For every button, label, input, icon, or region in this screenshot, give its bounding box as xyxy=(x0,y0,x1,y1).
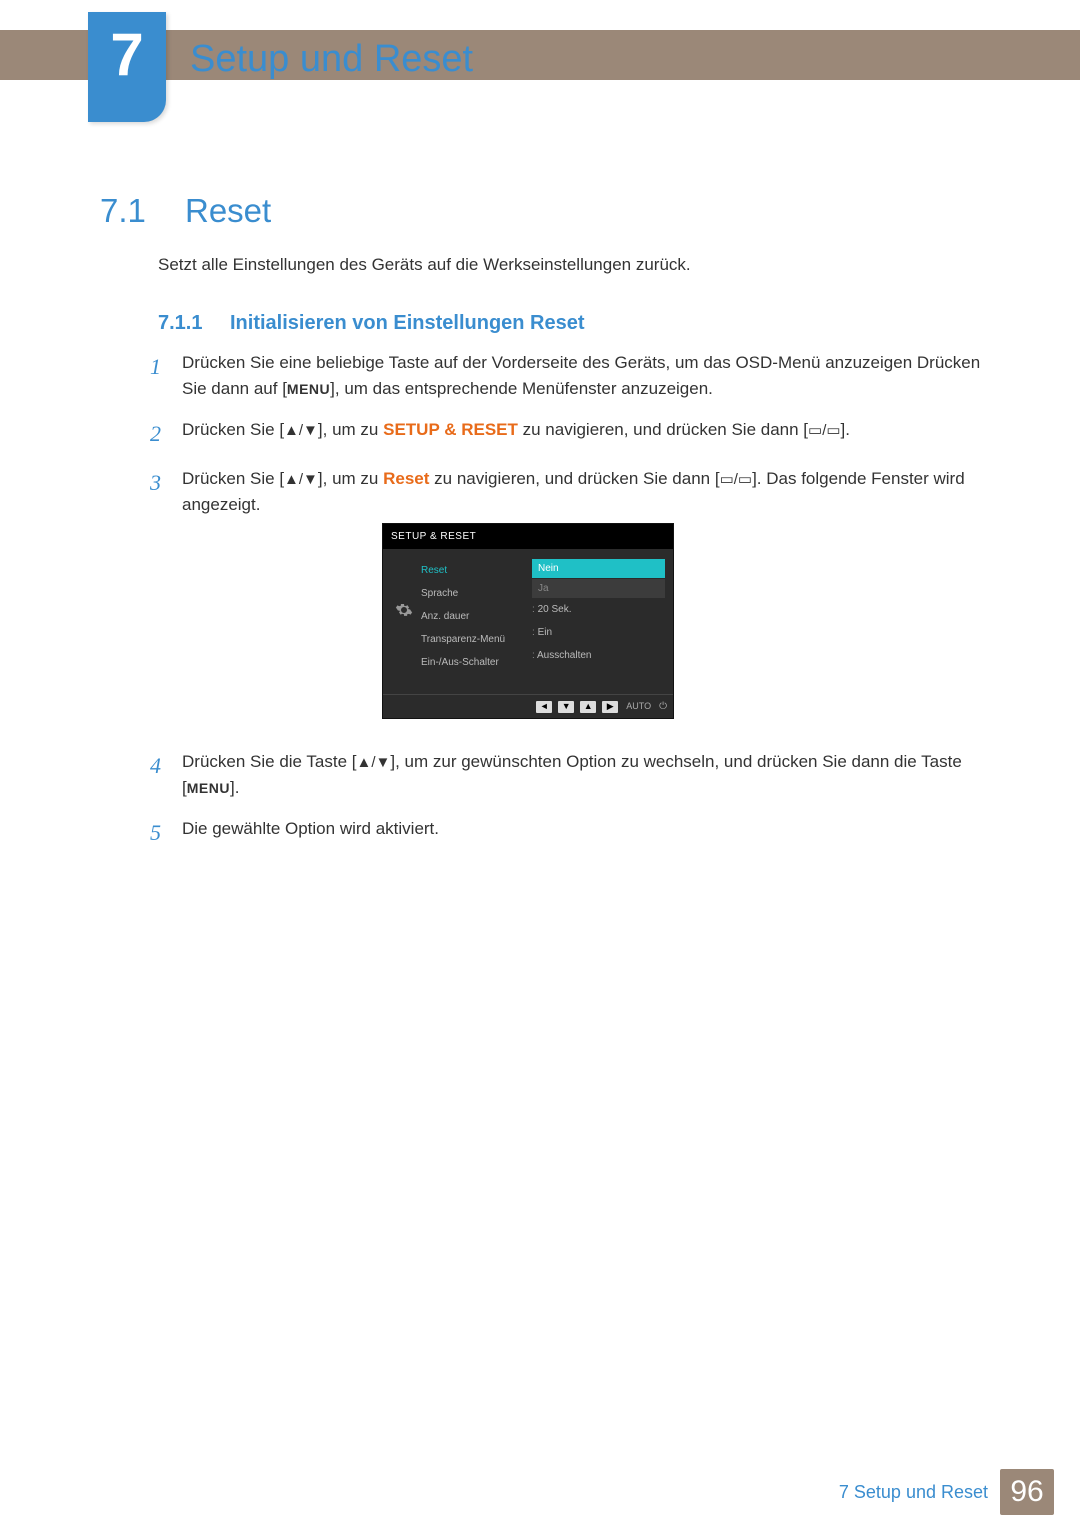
auto-label: AUTO xyxy=(624,700,653,714)
subsection-number: 7.1.1 xyxy=(158,312,202,335)
step-2: 2 Drücken Sie [▲/▼], um zu SETUP & RESET… xyxy=(150,417,990,450)
step-number: 4 xyxy=(150,749,182,800)
text: Drücken Sie die Taste [ xyxy=(182,752,357,771)
osd-title: SETUP & RESET xyxy=(383,524,673,549)
up-down-arrows-icon: ▲/▼ xyxy=(284,471,318,488)
text: zu navigieren, und drücken Sie dann [ xyxy=(518,420,808,439)
text: ]. xyxy=(230,778,239,797)
menu-label: MENU xyxy=(187,780,230,796)
osd-value: Ein xyxy=(532,621,665,644)
osd-item-power-switch: Ein-/Aus-Schalter xyxy=(421,651,532,674)
osd-item-display-time: Anz. dauer xyxy=(421,605,532,628)
nav-left-icon: ◄ xyxy=(536,701,552,713)
osd-item-language: Sprache xyxy=(421,582,532,605)
nav-enter-icon: ▶ xyxy=(602,701,618,713)
osd-option-no: Nein xyxy=(532,559,665,578)
page-number: 96 xyxy=(1000,1469,1054,1515)
highlight-setup-reset: SETUP & RESET xyxy=(383,420,518,439)
osd-footer-buttons: ◄ ▼ ▲ ▶ AUTO ⏻ xyxy=(383,694,673,718)
osd-item-reset: Reset xyxy=(421,559,532,582)
step-body: Die gewählte Option wird aktiviert. xyxy=(182,816,990,849)
text: ]. xyxy=(841,420,850,439)
step-body: Drücken Sie eine beliebige Taste auf der… xyxy=(182,350,990,401)
step-1: 1 Drücken Sie eine beliebige Taste auf d… xyxy=(150,350,990,401)
text: Drücken Sie [ xyxy=(182,420,284,439)
text: ], um das entsprechende Menüfenster anzu… xyxy=(330,379,713,398)
osd-value: 20 Sek. xyxy=(532,598,665,621)
menu-label: MENU xyxy=(287,381,330,397)
osd-value: Ausschalten xyxy=(532,644,665,667)
chapter-title: Setup und Reset xyxy=(190,38,473,81)
step-number: 5 xyxy=(150,816,182,849)
text: Die gewählte Option wird aktiviert. xyxy=(182,819,439,838)
step-number: 1 xyxy=(150,350,182,401)
nav-down-icon: ▼ xyxy=(558,701,574,713)
step-body: Drücken Sie die Taste [▲/▼], um zur gewü… xyxy=(182,749,990,800)
page-footer: 7 Setup und Reset 96 xyxy=(0,1469,1080,1515)
source-enter-icon: ▭/▭ xyxy=(808,422,841,439)
power-icon: ⏻ xyxy=(659,699,667,714)
step-number: 3 xyxy=(150,466,182,733)
text: ], um zu xyxy=(318,469,383,488)
subsection-title: Initialisieren von Einstellungen Reset xyxy=(230,312,585,335)
step-body: Drücken Sie [▲/▼], um zu SETUP & RESET z… xyxy=(182,417,990,450)
osd-menu-list: Reset Sprache Anz. dauer Transparenz-Men… xyxy=(417,559,532,674)
text: ], um zu xyxy=(318,420,383,439)
step-3: 3 Drücken Sie [▲/▼], um zu Reset zu navi… xyxy=(150,466,990,733)
step-5: 5 Die gewählte Option wird aktiviert. xyxy=(150,816,990,849)
osd-option-yes: Ja xyxy=(532,579,665,598)
text: zu navigieren, und drücken Sie dann [ xyxy=(429,469,719,488)
section-number: 7.1 xyxy=(100,192,146,230)
section-intro: Setzt alle Einstellungen des Geräts auf … xyxy=(158,255,691,275)
steps-list: 1 Drücken Sie eine beliebige Taste auf d… xyxy=(150,350,990,865)
osd-item-transparency: Transparenz-Menü xyxy=(421,628,532,651)
step-4: 4 Drücken Sie die Taste [▲/▼], um zur ge… xyxy=(150,749,990,800)
step-number: 2 xyxy=(150,417,182,450)
section-title: Reset xyxy=(185,192,271,230)
source-enter-icon: ▭/▭ xyxy=(720,471,753,488)
osd-screenshot: SETUP & RESET Reset Sprache Anz. dauer T… xyxy=(382,523,674,719)
nav-up-icon: ▲ xyxy=(580,701,596,713)
step-body: Drücken Sie [▲/▼], um zu Reset zu navigi… xyxy=(182,466,990,733)
up-down-arrows-icon: ▲/▼ xyxy=(357,754,391,771)
footer-chapter-label: 7 Setup und Reset xyxy=(839,1482,988,1503)
text: Drücken Sie [ xyxy=(182,469,284,488)
osd-values: Nein Ja 20 Sek. Ein Ausschalten xyxy=(532,559,665,674)
gear-icon xyxy=(391,559,417,674)
chapter-number-badge: 7 xyxy=(88,12,166,122)
up-down-arrows-icon: ▲/▼ xyxy=(284,422,318,439)
highlight-reset: Reset xyxy=(383,469,429,488)
